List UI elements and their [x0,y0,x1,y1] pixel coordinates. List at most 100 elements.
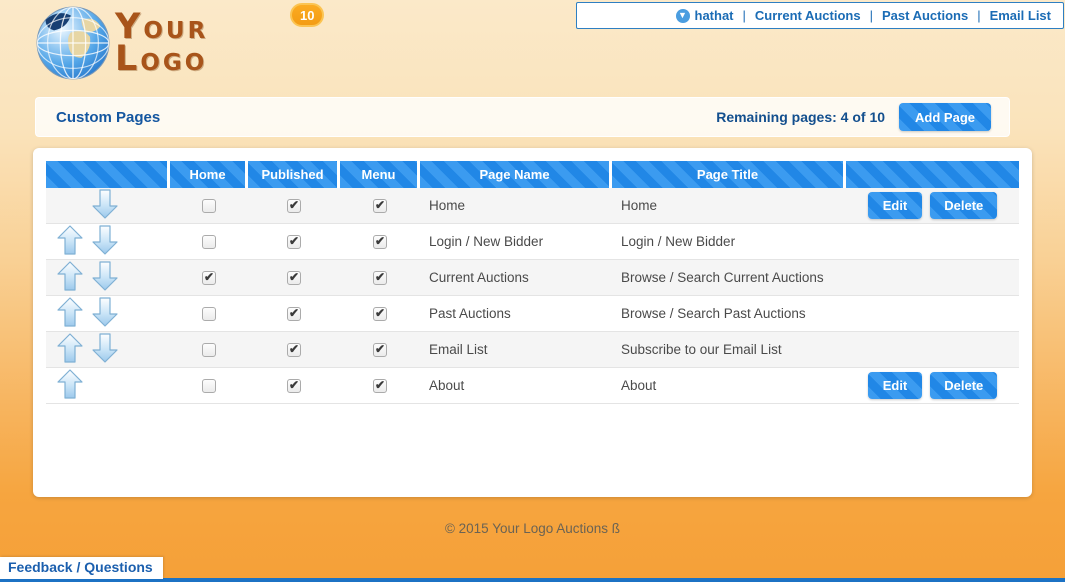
header-page-title: Page Title [612,161,846,188]
nav-current-auctions[interactable]: Current Auctions [755,8,861,23]
reorder-cell [46,260,170,296]
page-title-cell: Browse / Search Current Auctions [612,260,846,296]
table-row: Past AuctionsBrowse / Search Past Auctio… [46,296,1019,332]
menu-checkbox[interactable] [373,235,387,249]
page: ▼ hathat | Current Auctions | Past Aucti… [0,0,1065,582]
table-row: Current AuctionsBrowse / Search Current … [46,260,1019,296]
published-checkbox[interactable] [287,271,301,285]
menu-cell [340,224,420,260]
logo[interactable]: YOUR LOGO [35,5,208,81]
menu-checkbox[interactable] [373,379,387,393]
reorder-cell [46,296,170,332]
home-cell [170,296,248,332]
published-checkbox[interactable] [287,199,301,213]
move-up-button[interactable] [57,261,83,291]
title-bar: Custom Pages Remaining pages: 4 of 10 Ad… [35,97,1010,137]
actions-cell [846,296,1019,332]
arrow-up-icon [57,333,83,363]
move-down-button[interactable] [92,261,118,291]
page-name-cell: About [420,368,612,404]
home-checkbox[interactable] [202,271,216,285]
arrow-up-icon [57,297,83,327]
home-cell [170,224,248,260]
home-checkbox[interactable] [202,379,216,393]
nav-past-auctions[interactable]: Past Auctions [882,8,968,23]
menu-cell [340,296,420,332]
published-cell [248,188,340,224]
menu-checkbox[interactable] [373,343,387,357]
nav-separator: | [870,8,873,23]
reorder-cell [46,188,170,224]
home-checkbox[interactable] [202,235,216,249]
published-cell [248,224,340,260]
published-checkbox[interactable] [287,307,301,321]
menu-cell [340,260,420,296]
home-cell [170,332,248,368]
menu-cell [340,368,420,404]
feedback-tab[interactable]: Feedback / Questions [0,557,163,579]
reorder-cell [46,224,170,260]
published-checkbox[interactable] [287,379,301,393]
edit-button[interactable]: Edit [868,192,923,219]
reorder-cell [46,332,170,368]
home-checkbox[interactable] [202,199,216,213]
page-title-cell: Login / New Bidder [612,224,846,260]
header-published: Published [248,161,340,188]
top-nav: ▼ hathat | Current Auctions | Past Aucti… [576,2,1064,29]
user-menu[interactable]: ▼ hathat [676,8,734,23]
move-up-button[interactable] [57,297,83,327]
published-cell [248,368,340,404]
nav-email-list[interactable]: Email List [990,8,1051,23]
home-checkbox[interactable] [202,343,216,357]
published-checkbox[interactable] [287,235,301,249]
move-down-button[interactable] [92,189,118,219]
move-up-button[interactable] [57,225,83,255]
menu-checkbox[interactable] [373,307,387,321]
move-up-button[interactable] [57,333,83,363]
move-down-button[interactable] [92,333,118,363]
table-row: AboutAboutEditDelete [46,368,1019,404]
published-cell [248,260,340,296]
menu-cell [340,332,420,368]
logo-text: YOUR LOGO [115,11,208,75]
arrow-down-icon [92,225,118,255]
notification-badge: 10 [290,3,324,27]
page-title: Custom Pages [56,109,160,126]
header-menu: Menu [340,161,420,188]
delete-button[interactable]: Delete [930,192,997,219]
footer-copyright: © 2015 Your Logo Auctions ß [0,521,1065,536]
actions-cell [846,260,1019,296]
menu-checkbox[interactable] [373,271,387,285]
arrow-up-icon [57,369,83,399]
header-page-name: Page Name [420,161,612,188]
menu-checkbox[interactable] [373,199,387,213]
page-name-cell: Email List [420,332,612,368]
page-name-cell: Login / New Bidder [420,224,612,260]
published-checkbox[interactable] [287,343,301,357]
page-title-cell: Home [612,188,846,224]
add-page-button[interactable]: Add Page [899,103,991,131]
actions-cell: Edit Delete [846,368,1019,404]
page-title-cell: Subscribe to our Email List [612,332,846,368]
published-cell [248,296,340,332]
table-row: Login / New BidderLogin / New Bidder [46,224,1019,260]
nav-separator: | [743,8,746,23]
move-down-button[interactable] [92,297,118,327]
published-cell [248,332,340,368]
home-cell [170,368,248,404]
page-name-cell: Current Auctions [420,260,612,296]
move-down-button[interactable] [92,225,118,255]
arrow-down-icon [92,261,118,291]
edit-button[interactable]: Edit [868,372,923,399]
arrow-down-icon [92,189,118,219]
home-cell [170,260,248,296]
header-reorder [46,161,170,188]
arrow-down-icon [92,297,118,327]
table-row: Email ListSubscribe to our Email List [46,332,1019,368]
pages-panel: Home Published Menu Page Name Page Title… [33,148,1032,497]
move-up-button[interactable] [57,369,83,399]
actions-cell [846,224,1019,260]
chevron-down-icon: ▼ [676,9,690,23]
home-checkbox[interactable] [202,307,216,321]
delete-button[interactable]: Delete [930,372,997,399]
